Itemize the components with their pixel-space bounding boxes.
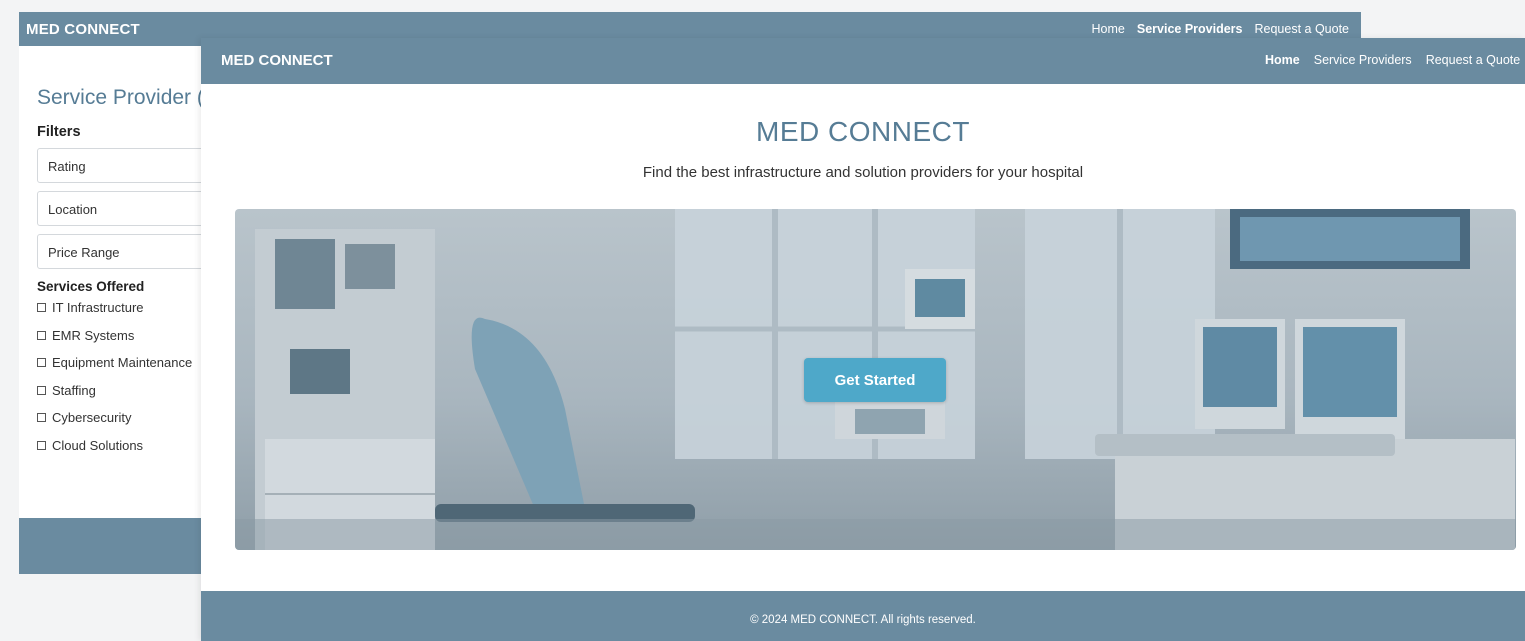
checkbox[interactable] [37,358,46,368]
service-label: Cybersecurity [52,410,132,426]
back-nav-links: Home Service Providers Request a Quote [1092,22,1349,36]
checkbox[interactable] [37,330,46,340]
nav-links: Home Service Providers Request a Quote [1265,53,1520,67]
service-label: EMR Systems [52,327,135,343]
nav-service-providers[interactable]: Service Providers [1314,53,1412,67]
hero-title: MED CONNECT [756,116,970,147]
get-started-button[interactable]: Get Started [804,358,946,402]
brand-logo[interactable]: MED CONNECT [221,52,333,69]
hero-subtitle: Find the best infrastructure and solutio… [642,164,1084,181]
service-label: Equipment Maintenance [52,355,193,371]
nav-home[interactable]: Home [1265,53,1300,67]
navbar: MED CONNECT Home Service Providers Reque… [201,38,1525,84]
copyright-text: © 2024 MED CONNECT. All rights reserved. [750,614,976,626]
checkbox[interactable] [37,303,46,313]
checkbox[interactable] [37,385,46,395]
back-nav-request-quote[interactable]: Request a Quote [1254,22,1349,36]
footer: © 2024 MED CONNECT. All rights reserved. [201,591,1525,641]
back-brand-logo[interactable]: MED CONNECT [26,21,140,38]
foreground-window: MED CONNECT Home Service Providers Reque… [201,38,1525,641]
back-nav-home[interactable]: Home [1092,22,1125,36]
service-label: IT Infrastructure [52,300,144,316]
back-nav-service-providers[interactable]: Service Providers [1137,22,1243,36]
service-label: Cloud Solutions [52,437,144,453]
service-label: Staffing [52,382,96,398]
checkbox[interactable] [37,440,46,450]
checkbox[interactable] [37,413,46,423]
nav-request-quote[interactable]: Request a Quote [1426,53,1521,67]
hospital-room-image: Get Started [235,209,1516,550]
